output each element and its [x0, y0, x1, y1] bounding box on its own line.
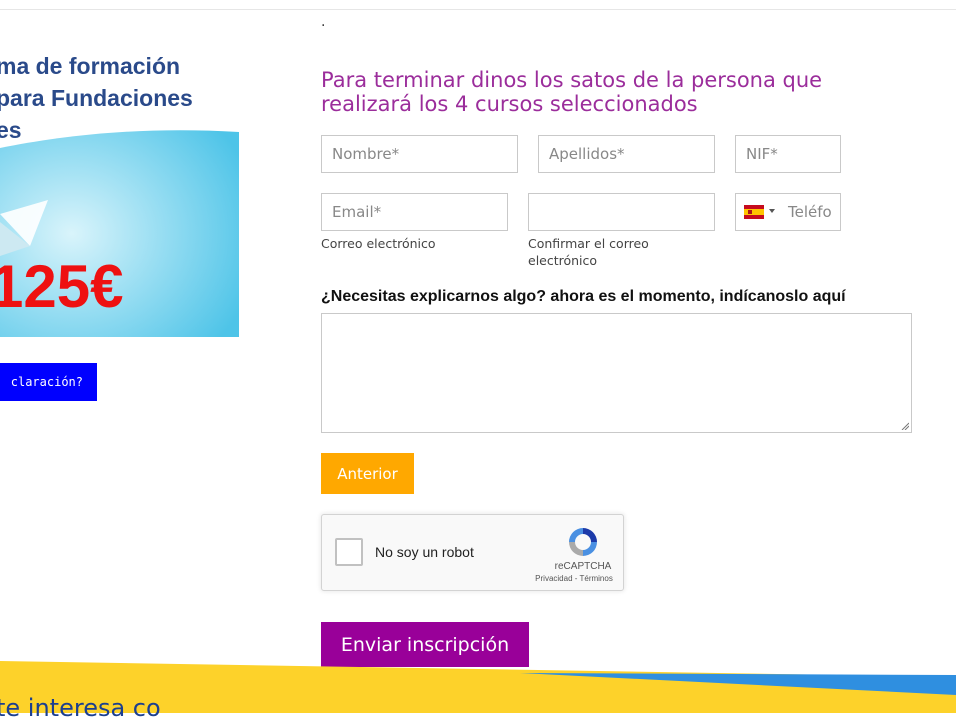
- nombre-input[interactable]: Nombre*: [321, 135, 518, 173]
- nif-input[interactable]: NIF*: [735, 135, 841, 173]
- banner-heading: ma de formación para Fundaciones es: [0, 50, 236, 146]
- stray-dot: .: [321, 14, 326, 30]
- apellidos-input[interactable]: Apellidos*: [538, 135, 715, 173]
- email-confirm-input[interactable]: [528, 193, 715, 231]
- recaptcha-checkbox[interactable]: [335, 538, 363, 566]
- recaptcha-label: No soy un robot: [375, 544, 474, 560]
- spain-flag-icon[interactable]: [744, 205, 764, 219]
- banner-heading-line: ma de formación: [0, 53, 181, 79]
- price-label: 125€: [0, 253, 124, 320]
- recaptcha-brand: reCAPTCHA: [554, 561, 612, 572]
- telefono-placeholder: Teléfo: [788, 203, 832, 221]
- banner-heading-line: es: [0, 117, 22, 143]
- previous-button[interactable]: Anterior: [321, 453, 414, 494]
- comments-textarea[interactable]: [321, 313, 912, 433]
- banner-heading-line: para Fundaciones: [0, 85, 193, 111]
- email-help: Correo electrónico: [321, 236, 436, 251]
- email-input[interactable]: Email*: [321, 193, 508, 231]
- email-confirm-help: Confirmar el correo electrónico: [528, 236, 649, 268]
- recaptcha-logo-icon: [569, 528, 597, 556]
- form-title: Para terminar dinos los satos de la pers…: [321, 68, 823, 116]
- footer-heading: te interesa co: [0, 694, 161, 722]
- recaptcha-links[interactable]: Privacidad - Términos: [526, 574, 622, 583]
- comments-label: ¿Necesitas explicarnos algo? ahora es el…: [321, 288, 846, 305]
- ask-clarification-button[interactable]: claración?: [0, 363, 97, 401]
- telefono-input[interactable]: Teléfo: [735, 193, 841, 231]
- resize-handle-icon[interactable]: [901, 422, 909, 430]
- chevron-down-icon[interactable]: [769, 209, 775, 213]
- recaptcha-widget: No soy un robot reCAPTCHA Privacidad - T…: [321, 514, 624, 591]
- top-divider: [0, 9, 956, 10]
